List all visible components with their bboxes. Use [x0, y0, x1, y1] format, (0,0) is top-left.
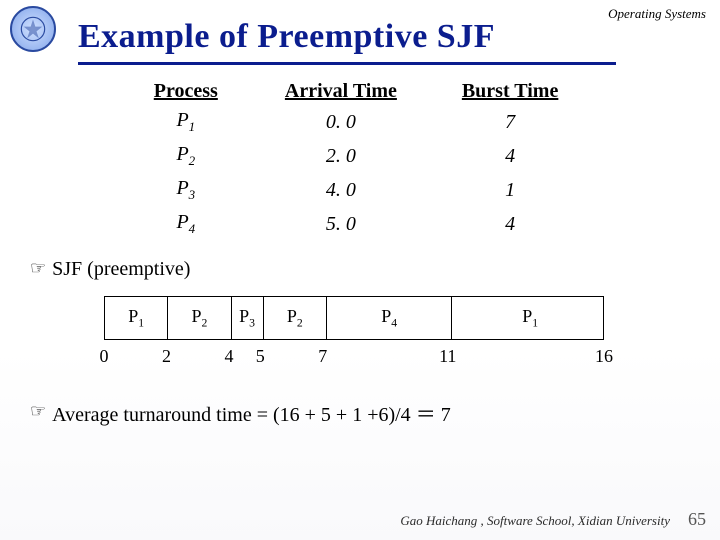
footer-credit: Gao Haichang , Software School, Xidian U…	[400, 513, 670, 529]
gantt-ticks: 024571116	[104, 340, 604, 370]
cell-arrival: 4. 0	[252, 173, 431, 207]
gantt-tick: 16	[595, 346, 613, 367]
page-number: 65	[688, 509, 706, 530]
cell-burst: 4	[430, 139, 590, 173]
cell-process: P1	[120, 105, 252, 139]
bullet-sjf: ☞ SJF (preemptive)	[30, 258, 190, 281]
gantt-segment: P3	[232, 297, 264, 339]
bullet-sjf-text: SJF (preemptive)	[52, 258, 190, 281]
bullet-avg: ☞ Average turnaround time = (16 + 5 + 1 …	[30, 398, 451, 427]
cell-burst: 7	[430, 105, 590, 139]
logo-inner-icon	[19, 15, 47, 43]
gantt-segment: P2	[168, 297, 231, 339]
cell-process: P4	[120, 207, 252, 241]
process-table: Process Arrival Time Burst Time P10. 07P…	[120, 78, 590, 241]
gantt-tick: 2	[162, 346, 171, 367]
pointing-hand-icon: ☞	[30, 401, 46, 422]
avg-turnaround-text: Average turnaround time = (16 + 5 + 1 +6…	[52, 398, 451, 427]
gantt-segment: P4	[327, 297, 453, 339]
table-row: P10. 07	[120, 105, 590, 139]
gantt-tick: 4	[225, 346, 234, 367]
table-row: P34. 01	[120, 173, 590, 207]
cell-process: P3	[120, 173, 252, 207]
gantt-chart: P1P2P3P2P4P1 024571116	[104, 296, 604, 370]
footer: Gao Haichang , Software School, Xidian U…	[400, 509, 706, 530]
gantt-tick: 11	[439, 346, 456, 367]
slide-title: Example of Preemptive SJF	[78, 18, 495, 56]
col-process: Process	[120, 78, 252, 105]
gantt-tick: 7	[318, 346, 327, 367]
course-label: Operating Systems	[608, 6, 706, 22]
table-header-row: Process Arrival Time Burst Time	[120, 78, 590, 105]
gantt-segment: P1	[105, 297, 168, 339]
col-burst: Burst Time	[430, 78, 590, 105]
gantt-segment: P1	[452, 297, 608, 339]
title-underline	[78, 62, 616, 65]
gantt-segment: P2	[264, 297, 327, 339]
cell-process: P2	[120, 139, 252, 173]
cell-burst: 4	[430, 207, 590, 241]
cell-burst: 1	[430, 173, 590, 207]
gantt-bar: P1P2P3P2P4P1	[104, 296, 604, 340]
col-arrival: Arrival Time	[252, 78, 431, 105]
pointing-hand-icon: ☞	[30, 258, 46, 279]
table-row: P22. 04	[120, 139, 590, 173]
cell-arrival: 5. 0	[252, 207, 431, 241]
gantt-tick: 0	[100, 346, 109, 367]
university-logo-icon	[10, 6, 56, 52]
gantt-tick: 5	[256, 346, 265, 367]
cell-arrival: 0. 0	[252, 105, 431, 139]
cell-arrival: 2. 0	[252, 139, 431, 173]
table-row: P45. 04	[120, 207, 590, 241]
